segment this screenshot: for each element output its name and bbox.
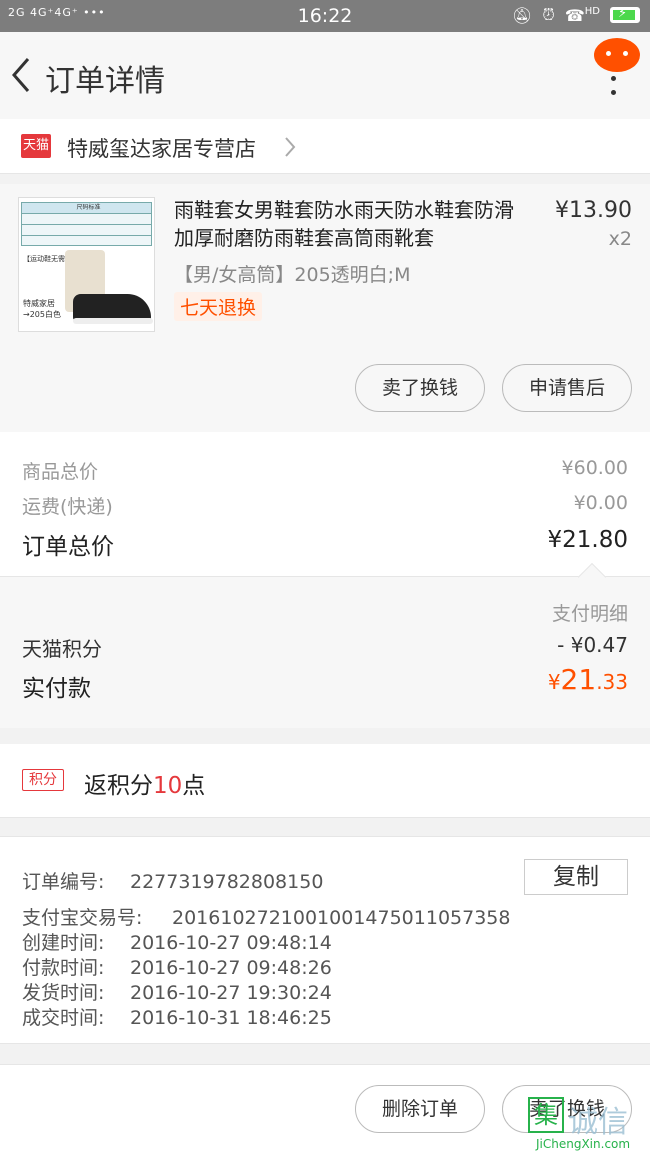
paid-amount-value: ¥21.33 (547, 663, 628, 696)
points-icon: 积分 (22, 769, 64, 791)
thumb-caption: 尺码标准 (76, 204, 101, 211)
paid-time: 2016-10-27 09:48:26 (130, 957, 332, 979)
created-time: 2016-10-27 09:48:14 (130, 932, 332, 954)
tmall-points-row: 天猫积分 - ¥0.47 (22, 633, 628, 662)
shop-name[interactable]: 特威玺达家居专营店 (67, 133, 256, 163)
thumb-brand: 特威家居 →205白色 (23, 299, 61, 319)
tmall-points-value: - ¥0.47 (557, 633, 628, 657)
more-dot-icon (611, 90, 616, 95)
sell-for-cash-button[interactable]: 卖了换钱 (355, 364, 485, 412)
goods-total-value: ¥60.00 (561, 457, 628, 479)
order-info: 订单编号: 2277319782808150 复制 支付宝交易号: 20161027… (0, 836, 650, 1044)
completed-time: 2016-10-31 18:46:25 (130, 1007, 332, 1029)
payment-detail-label: 支付明细 (551, 603, 628, 625)
watermark-text: 诚信 (568, 1105, 628, 1140)
tmall-points-label: 天猫积分 (22, 637, 102, 661)
after-sale-button[interactable]: 申请售后 (502, 364, 632, 412)
battery-icon: ⚡︎ (610, 6, 640, 23)
alipay-number-row: 支付宝交易号: 2016102721001001475011057358 (22, 907, 511, 929)
return-policy-badge: 七天退换 (174, 292, 263, 321)
chevron-right-icon (285, 137, 296, 157)
order-total-label: 订单总价 (22, 534, 114, 560)
product-price: ¥13.90 (555, 198, 632, 223)
shop-row[interactable]: 天猫 特威玺达家居专营店 (0, 119, 650, 174)
order-total-value: ¥21.80 (547, 527, 628, 553)
delete-order-button[interactable]: 删除订单 (355, 1085, 485, 1133)
product-spec: 【男/女高筒】205透明白;M (174, 264, 411, 286)
alarm-icon: ⏰︎ (542, 5, 555, 24)
paid-amount-row: 实付款 ¥21.33 (22, 663, 628, 703)
points-rebate-text: 返积分10点 (84, 773, 206, 799)
product-thumbnail[interactable]: 尺码标准 【运动鞋无需加码】 特威家居 →205白色 (18, 197, 155, 332)
more-dot-icon (611, 76, 616, 81)
product-title[interactable]: 雨鞋套女男鞋套防水雨天防水鞋套防滑加厚耐磨防雨鞋套高筒雨靴套 (174, 196, 526, 252)
back-icon[interactable] (10, 56, 32, 94)
points-rebate: 积分 返积分10点 (0, 744, 650, 818)
copy-button[interactable]: 复制 (524, 859, 628, 895)
payment-detail: 支付明细 天猫积分 - ¥0.47 实付款 ¥21.33 (0, 562, 650, 728)
bottom-action-bar: 删除订单 卖了换钱 集 诚信 JiChengXin.com (0, 1064, 650, 1155)
mute-icon: 🔕︎ (512, 5, 533, 25)
nav-bar: 订单详情 (0, 32, 650, 119)
status-icons: 🔕︎ ⏰︎ ☎︎HD ⚡︎ (512, 5, 640, 25)
tmall-logo-icon: 天猫 (21, 134, 51, 158)
order-number-row: 订单编号: 2277319782808150 (22, 871, 324, 893)
paid-time-row: 付款时间: 2016-10-27 09:48:26 (22, 957, 332, 979)
more-menu-button[interactable] (594, 38, 640, 120)
completed-time-row: 成交时间: 2016-10-31 18:46:25 (22, 1007, 332, 1029)
page-title: 订单详情 (45, 64, 165, 99)
watermark: 集 诚信 JiChengXin.com (528, 1097, 646, 1153)
paid-amount-label: 实付款 (22, 676, 91, 702)
watermark-logo-icon: 集 (528, 1097, 564, 1133)
order-total-row: 订单总价 ¥21.80 (22, 527, 628, 561)
message-badge-icon[interactable] (594, 38, 640, 72)
shipping-row: 运费(快递) ¥0.00 (22, 492, 628, 519)
order-item[interactable]: 尺码标准 【运动鞋无需加码】 特威家居 →205白色 雨鞋套女男鞋套防水雨天防水鞋… (0, 184, 650, 432)
alipay-number: 2016102721001001475011057358 (172, 907, 511, 929)
shipping-label: 运费(快递) (22, 496, 113, 518)
goods-total-row: 商品总价 ¥60.00 (22, 457, 628, 484)
goods-total-label: 商品总价 (22, 461, 99, 483)
hd-call-icon: ☎︎HD (564, 5, 600, 25)
shipping-value: ¥0.00 (573, 492, 628, 514)
shipped-time-row: 发货时间: 2016-10-27 19:30:24 (22, 982, 332, 1004)
created-time-row: 创建时间: 2016-10-27 09:48:14 (22, 932, 332, 954)
watermark-url: JiChengXin.com (536, 1137, 631, 1151)
price-summary: 商品总价 ¥60.00 运费(快递) ¥0.00 订单总价 ¥21.80 (0, 432, 650, 576)
status-bar: 2G 4G⁺4G⁺ ••• 16:22 🔕︎ ⏰︎ ☎︎HD ⚡︎ (0, 0, 650, 32)
shipped-time: 2016-10-27 19:30:24 (130, 982, 332, 1004)
order-number: 2277319782808150 (130, 871, 324, 893)
product-quantity: x2 (608, 228, 632, 250)
